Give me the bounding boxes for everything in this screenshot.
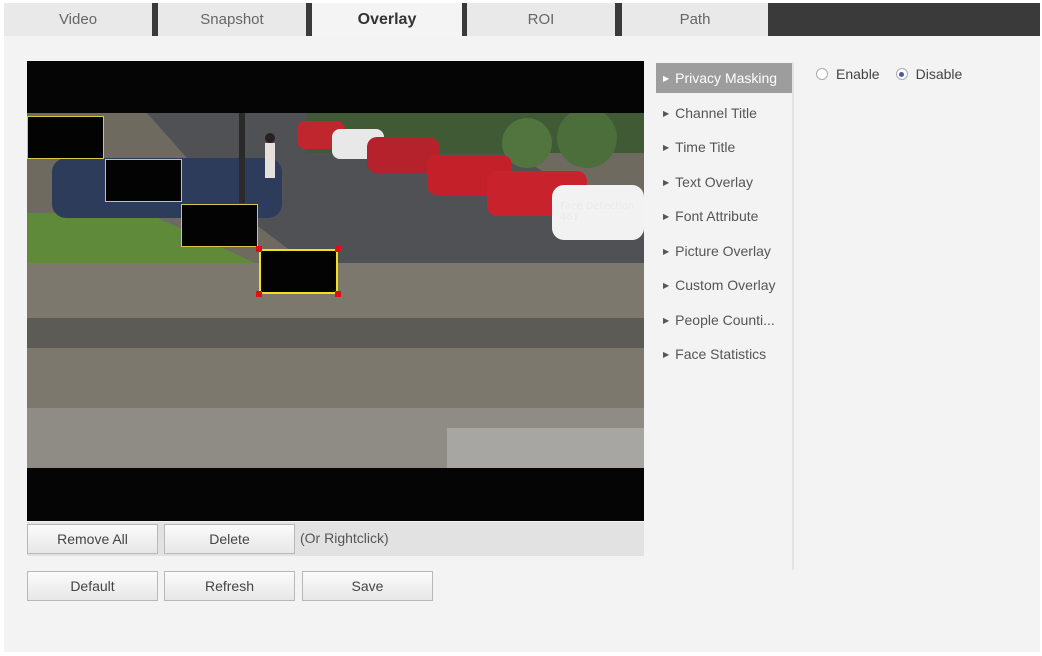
caret-right-icon: ▶ <box>663 142 670 152</box>
caret-right-icon: ▶ <box>663 108 670 118</box>
menu-item-text-overlay[interactable]: ▶ Text Overlay <box>656 167 792 197</box>
menu-item-picture-overlay[interactable]: ▶ Picture Overlay <box>656 236 792 266</box>
menu-item-custom-overlay[interactable]: ▶ Custom Overlay <box>656 270 792 300</box>
disable-radio[interactable] <box>895 68 908 80</box>
caret-right-icon: ▶ <box>663 211 670 221</box>
face-detection-overlay-text: Face Detection 461 <box>560 201 635 223</box>
menu-item-face-statistics[interactable]: ▶ Face Statistics <box>656 339 792 369</box>
enable-radio[interactable] <box>816 68 828 80</box>
caret-right-icon: ▶ <box>663 73 670 83</box>
menu-item-channel-title[interactable]: ▶ Channel Title <box>656 98 792 128</box>
menu-item-label: Face Statistics <box>675 346 767 362</box>
caret-right-icon: ▶ <box>663 280 670 290</box>
refresh-button[interactable]: Refresh <box>164 571 295 601</box>
remove-all-button[interactable]: Remove All <box>27 524 158 554</box>
resize-handle[interactable] <box>256 291 262 297</box>
video-preview[interactable]: Face Detection 461 <box>27 61 644 521</box>
menu-item-label: Channel Title <box>675 105 757 121</box>
privacy-mask[interactable] <box>105 159 182 202</box>
menu-item-label: Time Title <box>675 139 736 155</box>
menu-item-label: Text Overlay <box>675 174 753 190</box>
tab-path[interactable]: Path <box>622 3 768 36</box>
tab-bar: Video Snapshot Overlay ROI Path <box>4 3 1040 36</box>
tab-snapshot[interactable]: Snapshot <box>158 3 306 36</box>
caret-right-icon: ▶ <box>663 246 670 256</box>
privacy-mask-selected[interactable] <box>259 249 338 294</box>
caret-right-icon: ▶ <box>663 315 670 325</box>
rightclick-hint: (Or Rightclick) <box>300 530 389 546</box>
tab-overlay[interactable]: Overlay <box>312 3 462 36</box>
privacy-mask[interactable] <box>181 204 258 247</box>
caret-right-icon: ▶ <box>663 349 670 359</box>
resize-handle[interactable] <box>256 246 262 252</box>
privacy-mask[interactable] <box>27 116 104 159</box>
resize-handle[interactable] <box>335 246 341 252</box>
tab-roi[interactable]: ROI <box>467 3 615 36</box>
default-button[interactable]: Default <box>27 571 158 601</box>
menu-item-label: Font Attribute <box>675 208 759 224</box>
menu-item-people-counting[interactable]: ▶ People Counti... <box>656 305 792 335</box>
menu-item-label: Picture Overlay <box>675 243 771 259</box>
menu-item-label: Privacy Masking <box>675 70 778 86</box>
save-button[interactable]: Save <box>302 571 433 601</box>
menu-item-font-attribute[interactable]: ▶ Font Attribute <box>656 201 792 231</box>
menu-item-privacy-masking[interactable]: ▶ Privacy Masking <box>656 63 792 93</box>
menu-item-label: People Counti... <box>675 312 775 328</box>
menu-item-label: Custom Overlay <box>675 277 776 293</box>
privacy-masking-toggle: Enable Disable <box>816 66 962 82</box>
tab-video[interactable]: Video <box>4 3 152 36</box>
caret-right-icon: ▶ <box>663 177 670 187</box>
delete-button[interactable]: Delete <box>164 524 295 554</box>
enable-label: Enable <box>836 66 880 82</box>
disable-label: Disable <box>915 66 963 82</box>
menu-item-time-title[interactable]: ▶ Time Title <box>656 132 792 162</box>
resize-handle[interactable] <box>335 291 341 297</box>
